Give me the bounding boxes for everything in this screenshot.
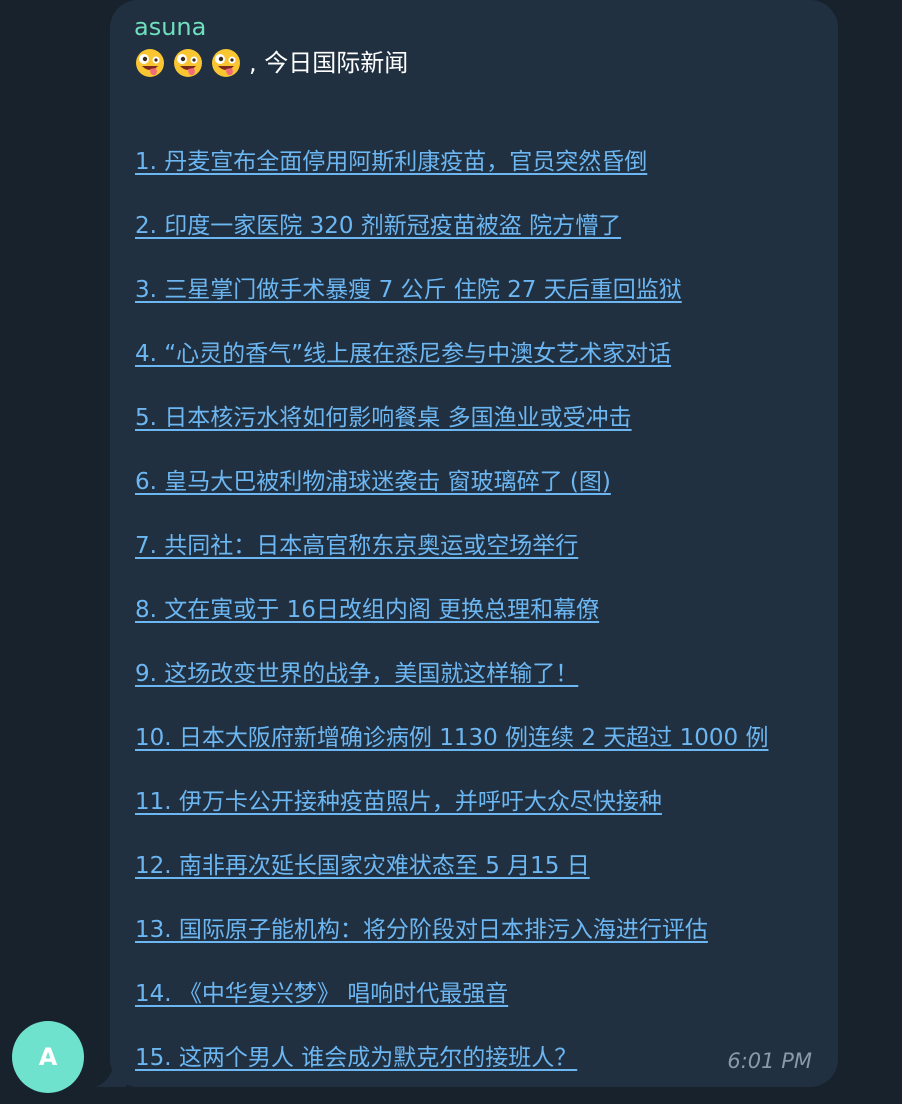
news-item: 9. 这场改变世界的战争，美国就这样输了！ [135, 658, 812, 722]
news-item: 7. 共同社：日本高官称东京奥运或空场举行 [135, 530, 812, 594]
news-item: 2. 印度一家医院 320 剂新冠疫苗被盗 院方懵了 [135, 210, 812, 274]
news-link[interactable]: 2. 印度一家医院 320 剂新冠疫苗被盗 院方懵了 [135, 213, 621, 239]
news-link[interactable]: 8. 文在寅或于 16日改组内阁 更换总理和幕僚 [135, 597, 599, 623]
news-item: 13. 国际原子能机构：将分阶段对日本排污入海进行评估 [135, 914, 812, 978]
zany-face-emoji-icon [136, 49, 164, 77]
chat-area: asuna , 今日国际新闻 1. 丹麦宣布全面停用阿斯利康疫苗，官员突然昏倒 … [0, 0, 902, 1104]
intro-text: , 今日国际新闻 [249, 49, 409, 77]
news-item: 3. 三星掌门做手术暴瘦 7 公斤 住院 27 天后重回监狱 [135, 274, 812, 338]
news-item: 15. 这两个男人 谁会成为默克尔的接班人？ [135, 1042, 812, 1104]
news-item: 12. 南非再次延长国家灾难状态至 5 月15 日 [135, 850, 812, 914]
zany-face-emoji-icon [174, 49, 202, 77]
intro-line: , 今日国际新闻 [135, 45, 812, 81]
news-link[interactable]: 4. “心灵的香气”线上展在悉尼参与中澳女艺术家对话 [135, 341, 671, 367]
news-link[interactable]: 15. 这两个男人 谁会成为默克尔的接班人？ [135, 1045, 577, 1071]
news-item: 6. 皇马大巴被利物浦球迷袭击 窗玻璃碎了 (图) [135, 466, 812, 530]
news-link[interactable]: 1. 丹麦宣布全面停用阿斯利康疫苗，官员突然昏倒 [135, 149, 647, 175]
sender-name[interactable]: asuna [134, 12, 812, 42]
message-bubble: asuna , 今日国际新闻 1. 丹麦宣布全面停用阿斯利康疫苗，官员突然昏倒 … [110, 0, 838, 1087]
news-link[interactable]: 11. 伊万卡公开接种疫苗照片，并呼吁大众尽快接种 [135, 789, 662, 815]
zany-face-emoji-icon [212, 49, 240, 77]
news-list: 1. 丹麦宣布全面停用阿斯利康疫苗，官员突然昏倒 2. 印度一家医院 320 剂… [135, 146, 812, 1104]
news-item: 5. 日本核污水将如何影响餐桌 多国渔业或受冲击 [135, 402, 812, 466]
news-item: 14. 《中华复兴梦》 唱响时代最强音 [135, 978, 812, 1042]
news-item: 4. “心灵的香气”线上展在悉尼参与中澳女艺术家对话 [135, 338, 812, 402]
news-link[interactable]: 5. 日本核污水将如何影响餐桌 多国渔业或受冲击 [135, 405, 632, 431]
news-link[interactable]: 3. 三星掌门做手术暴瘦 7 公斤 住院 27 天后重回监狱 [135, 277, 682, 303]
news-link[interactable]: 14. 《中华复兴梦》 唱响时代最强音 [135, 981, 508, 1007]
news-item: 1. 丹麦宣布全面停用阿斯利康疫苗，官员突然昏倒 [135, 146, 812, 210]
news-link[interactable]: 12. 南非再次延长国家灾难状态至 5 月15 日 [135, 853, 590, 879]
avatar[interactable]: A [12, 1021, 84, 1093]
news-link[interactable]: 10. 日本大阪府新增确诊病例 1130 例连续 2 天超过 1000 例 [135, 725, 768, 751]
news-link[interactable]: 6. 皇马大巴被利物浦球迷袭击 窗玻璃碎了 (图) [135, 469, 611, 495]
avatar-initial: A [38, 1043, 58, 1071]
news-link[interactable]: 13. 国际原子能机构：将分阶段对日本排污入海进行评估 [135, 917, 708, 943]
news-item: 11. 伊万卡公开接种疫苗照片，并呼吁大众尽快接种 [135, 786, 812, 850]
news-item: 8. 文在寅或于 16日改组内阁 更换总理和幕僚 [135, 594, 812, 658]
news-link[interactable]: 7. 共同社：日本高官称东京奥运或空场举行 [135, 533, 578, 559]
news-link[interactable]: 9. 这场改变世界的战争，美国就这样输了！ [135, 661, 578, 687]
news-item: 10. 日本大阪府新增确诊病例 1130 例连续 2 天超过 1000 例 [135, 722, 812, 786]
message-timestamp: 6:01 PM [727, 1049, 812, 1073]
